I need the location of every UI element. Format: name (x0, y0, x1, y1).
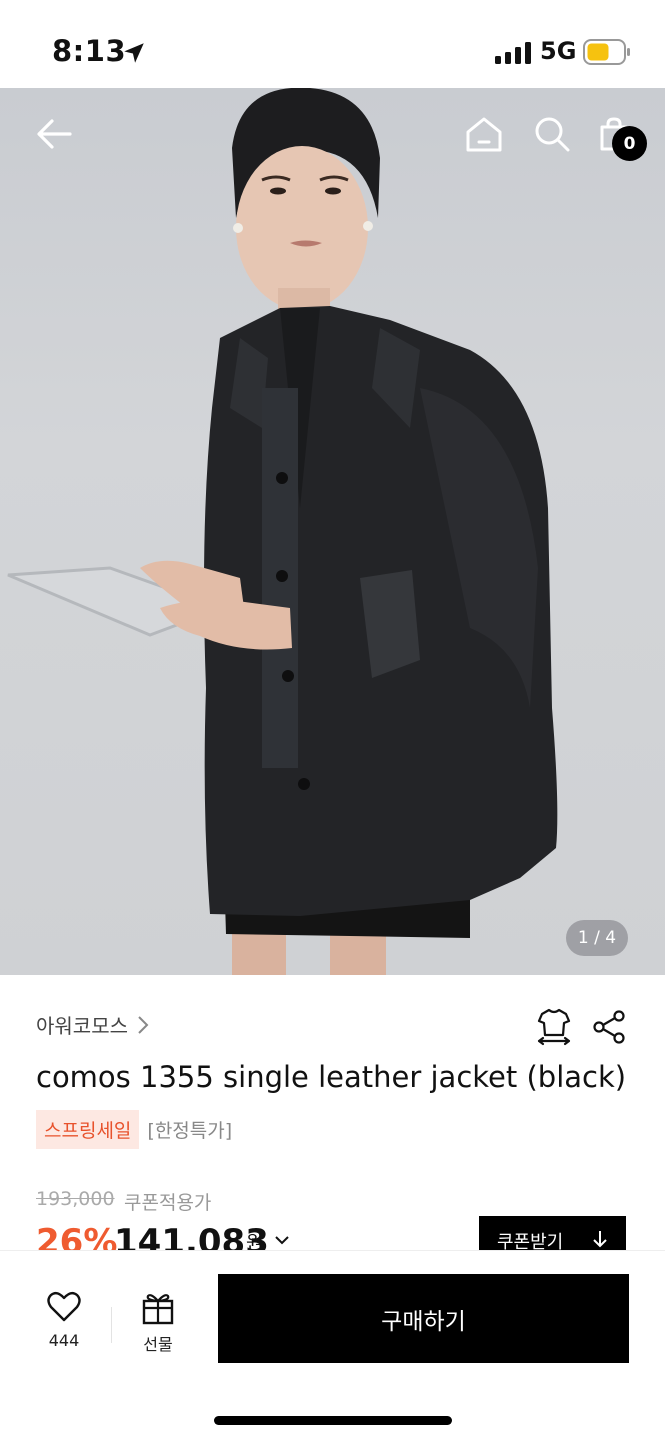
gift-button[interactable]: 선물 (124, 1291, 192, 1355)
search-button[interactable] (528, 110, 576, 158)
home-button[interactable] (460, 110, 508, 158)
signal-icon (495, 42, 531, 64)
size-guide-icon[interactable] (536, 1008, 572, 1046)
divider (111, 1307, 112, 1343)
like-button[interactable]: 444 (30, 1291, 98, 1350)
download-arrow-icon (593, 1231, 607, 1248)
back-button[interactable] (30, 110, 78, 158)
status-time: 8:13 (52, 34, 127, 68)
bottom-action-bar: 444 선물 구매하기 (0, 1250, 665, 1440)
home-icon (466, 117, 502, 152)
product-image[interactable]: 0 1 / 4 (0, 88, 665, 975)
product-title: comos 1355 single leather jacket (black) (36, 1060, 627, 1094)
search-icon (535, 117, 570, 152)
heart-icon (47, 1291, 81, 1322)
image-page-indicator: 1 / 4 (566, 920, 628, 956)
brand-name: 아워코모스 (36, 1014, 128, 1038)
battery-icon (583, 39, 630, 65)
chevron-down-icon (275, 1236, 289, 1245)
status-bar: 8:13 5G (0, 0, 665, 88)
coupon-price-label: 쿠폰적용가 (124, 1192, 212, 1214)
gift-icon (142, 1294, 174, 1325)
product-photo (7, 88, 558, 975)
network-label: 5G (540, 37, 577, 65)
limited-tag: [한정특가] (147, 1120, 233, 1142)
gift-label: 선물 (143, 1335, 173, 1354)
original-price: 193,000 (36, 1188, 115, 1210)
share-icon[interactable] (592, 1010, 626, 1044)
location-arrow-icon (124, 43, 144, 63)
brand-link[interactable]: 아워코모스 (36, 1010, 150, 1039)
currency-unit: 원 (246, 1232, 264, 1252)
discount-rate: 26% (36, 1222, 118, 1252)
promo-badges: 스프링세일 [한정특가] (36, 1110, 232, 1149)
like-count: 444 (48, 1331, 80, 1350)
back-arrow-icon (37, 119, 72, 149)
cart-count-badge: 0 (612, 126, 647, 161)
coupon-download-button[interactable]: 쿠폰받기 (479, 1216, 626, 1252)
buy-button[interactable]: 구매하기 (218, 1274, 629, 1363)
chevron-right-icon (138, 1015, 149, 1034)
sale-badge: 스프링세일 (36, 1110, 140, 1149)
coupon-button-label: 쿠폰받기 (497, 1232, 564, 1252)
home-indicator[interactable] (214, 1416, 452, 1425)
